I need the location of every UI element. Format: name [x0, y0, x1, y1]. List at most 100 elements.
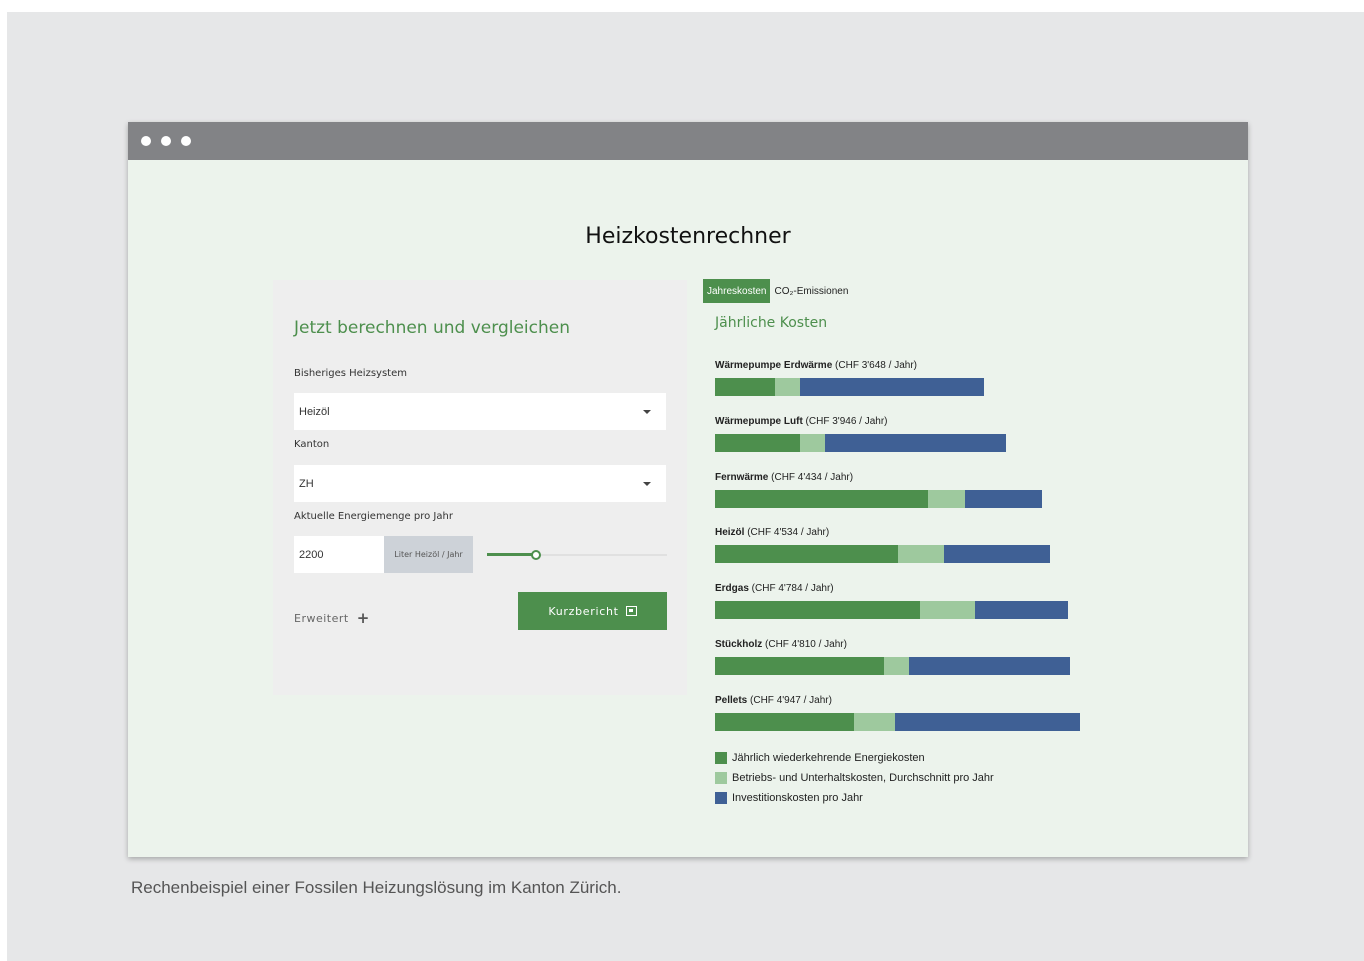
energy-amount-input[interactable]: [294, 536, 384, 573]
canton-value: ZH: [299, 477, 314, 490]
canton-select[interactable]: ZH: [294, 465, 666, 502]
bar-segment-operating: [927, 489, 966, 508]
bar-segment-energy: [715, 712, 854, 731]
heating-system-value: Heizöl: [299, 405, 330, 418]
figure-caption: Rechenbeispiel einer Fossilen Heizungslö…: [131, 878, 622, 897]
bar-total: (CHF 4'434 / Jahr): [768, 471, 854, 483]
caret-down-icon: [643, 410, 651, 414]
energy-unit-label: Liter Heizöl / Jahr: [384, 536, 473, 573]
bar-category: Stückholz: [715, 638, 763, 650]
bar-label: Erdgas (CHF 4'784 / Jahr): [715, 581, 1115, 597]
bar-segment-operating: [920, 601, 975, 620]
bar-total: (CHF 3'648 / Jahr): [832, 360, 917, 371]
window-dot-icon: [181, 136, 191, 146]
stacked-bar: [715, 378, 1115, 396]
bar-segment-energy: [715, 433, 800, 452]
legend-label: Betriebs- und Unterhaltskosten, Durchsch…: [732, 772, 994, 784]
stacked-bar: [715, 433, 1115, 452]
bar-label: Wärmepumpe Luft (CHF 3'946 / Jahr): [715, 414, 1115, 430]
chart-legend: Jährlich wiederkehrende Energiekosten Bet…: [715, 748, 994, 808]
stacked-bar: [715, 601, 1115, 620]
chart-tabs: Jahreskosten CO₂-Emissionen: [703, 279, 852, 303]
legend-swatch: [715, 772, 727, 784]
heating-system-select[interactable]: Heizöl: [294, 393, 666, 430]
bar-category: Heizöl: [715, 527, 745, 539]
bar-segment-energy: [715, 656, 884, 675]
bar-label: Pellets (CHF 4'947 / Jahr): [715, 693, 1115, 709]
bar-segment-operating: [898, 545, 944, 564]
calculator-form: Jetzt berechnen und vergleichen Bisherig…: [273, 280, 687, 695]
bar-total: (CHF 4'810 / Jahr): [762, 638, 847, 650]
legend-label: Investitionskosten pro Jahr: [732, 792, 863, 804]
slider-fill: [487, 553, 536, 556]
legend-swatch: [715, 752, 727, 764]
bar-category: Pellets: [715, 694, 748, 706]
stacked-bar: [715, 545, 1115, 564]
bar-category: Erdgas: [715, 583, 749, 595]
plus-icon: +: [356, 609, 370, 627]
chart-row: Stückholz (CHF 4'810 / Jahr): [715, 637, 1115, 693]
chart-row: Wärmepumpe Luft (CHF 3'946 / Jahr): [715, 414, 1115, 470]
advanced-toggle[interactable]: Erweitert +: [294, 609, 370, 627]
bar-total: (CHF 4'534 / Jahr): [744, 527, 830, 539]
form-heading: Jetzt berechnen und vergleichen: [294, 318, 570, 338]
chart-row: Pellets (CHF 4'947 / Jahr): [715, 693, 1115, 749]
bar-segment-investment: [799, 378, 985, 396]
chart-row: Heizöl (CHF 4'534 / Jahr): [715, 525, 1115, 581]
browser-window: Heizkostenrechner Jetzt berechnen und ve…: [128, 122, 1248, 857]
legend-item: Investitionskosten pro Jahr: [715, 788, 994, 808]
background-panel: Heizkostenrechner Jetzt berechnen und ve…: [7, 12, 1364, 961]
bar-segment-operating: [774, 378, 800, 396]
stacked-bar: [715, 656, 1115, 675]
tab-co2-emissionen[interactable]: CO₂-Emissionen: [770, 279, 852, 303]
legend-item: Betriebs- und Unterhaltskosten, Durchsch…: [715, 768, 994, 788]
bar-label: Stückholz (CHF 4'810 / Jahr): [715, 637, 1115, 653]
cost-chart: Wärmepumpe Erdwärme (CHF 3'648 / Jahr) Wä…: [715, 358, 1115, 749]
bar-segment-investment: [943, 545, 1050, 564]
window-titlebar: [128, 122, 1248, 160]
bar-segment-energy: [715, 378, 775, 396]
canton-label: Kanton: [294, 439, 330, 450]
stacked-bar: [715, 712, 1115, 731]
bar-segment-investment: [909, 656, 1070, 675]
slider-handle[interactable]: [530, 550, 541, 560]
stacked-bar: [715, 489, 1115, 508]
report-icon: [625, 606, 637, 616]
page-title: Heizkostenrechner: [585, 224, 791, 249]
bar-segment-energy: [715, 545, 899, 564]
energy-slider[interactable]: [487, 550, 667, 560]
energy-amount-label: Aktuelle Energiemenge pro Jahr: [294, 511, 453, 522]
bar-category: Fernwärme: [715, 471, 769, 483]
bar-segment-operating: [799, 433, 825, 452]
chart-row: Erdgas (CHF 4'784 / Jahr): [715, 581, 1115, 637]
bar-label: Wärmepumpe Erdwärme (CHF 3'648 / Jahr): [715, 358, 1115, 374]
bar-label: Fernwärme (CHF 4'434 / Jahr): [715, 470, 1115, 486]
bar-category: Wärmepumpe Erdwärme: [715, 360, 833, 371]
bar-label: Heizöl (CHF 4'534 / Jahr): [715, 525, 1115, 541]
bar-total: (CHF 3'946 / Jahr): [802, 415, 888, 427]
heating-system-label: Bisheriges Heizsystem: [294, 368, 407, 379]
bar-segment-operating: [884, 656, 910, 675]
bar-segment-energy: [715, 489, 928, 508]
window-dot-icon: [141, 136, 151, 146]
legend-item: Jährlich wiederkehrende Energiekosten: [715, 748, 994, 768]
bar-total: (CHF 4'784 / Jahr): [748, 583, 834, 595]
short-report-button[interactable]: Kurzbericht: [518, 592, 667, 630]
chart-row: Fernwärme (CHF 4'434 / Jahr): [715, 470, 1115, 526]
tab-jahreskosten[interactable]: Jahreskosten: [703, 279, 771, 303]
bar-segment-operating: [853, 712, 896, 731]
bar-segment-energy: [715, 601, 921, 620]
short-report-label: Kurzbericht: [548, 604, 619, 618]
bar-segment-investment: [965, 489, 1043, 508]
bar-segment-investment: [974, 601, 1069, 620]
bar-segment-investment: [824, 433, 1007, 452]
window-dot-icon: [161, 136, 171, 146]
chart-heading: Jährliche Kosten: [715, 315, 828, 331]
bar-segment-investment: [895, 712, 1081, 731]
bar-category: Wärmepumpe Luft: [715, 415, 803, 427]
legend-swatch: [715, 792, 727, 804]
chart-row: Wärmepumpe Erdwärme (CHF 3'648 / Jahr): [715, 358, 1115, 414]
legend-label: Jährlich wiederkehrende Energiekosten: [732, 752, 925, 764]
advanced-label: Erweitert: [294, 611, 349, 625]
bar-total: (CHF 4'947 / Jahr): [747, 694, 832, 706]
